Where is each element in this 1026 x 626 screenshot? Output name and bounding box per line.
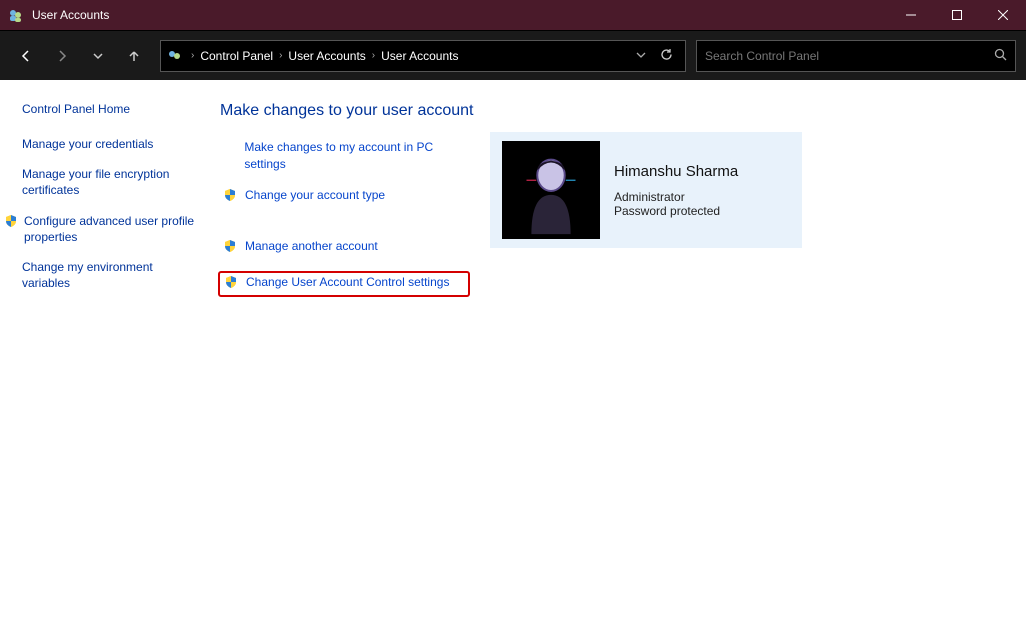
chevron-right-icon[interactable]: › [189, 50, 196, 61]
sidebar-link-label: Change my environment variables [22, 259, 200, 291]
address-bar[interactable]: › Control Panel › User Accounts › User A… [160, 40, 686, 72]
user-role: Administrator [614, 190, 738, 204]
task-label: Change your account type [245, 187, 385, 204]
uac-shield-icon [223, 187, 237, 207]
user-info: Himanshu Sharma Administrator Password p… [614, 163, 738, 218]
control-panel-home-link[interactable]: Control Panel Home [22, 102, 200, 116]
change-uac-settings-link[interactable]: Change User Account Control settings [218, 271, 470, 297]
uac-shield-icon [4, 213, 18, 232]
task-label: Make changes to my account in PC setting… [244, 139, 467, 173]
task-label: Manage another account [245, 238, 378, 255]
sidebar-link[interactable]: Manage your file encryption certificates [22, 166, 200, 198]
sidebar-link-label: Manage your credentials [22, 136, 153, 152]
minimize-button[interactable] [888, 0, 934, 30]
navigation-bar: › Control Panel › User Accounts › User A… [0, 30, 1026, 80]
refresh-button[interactable] [660, 48, 673, 64]
account-task-link[interactable]: Change your account type [220, 186, 470, 208]
content-area: Control Panel Home Manage your credentia… [0, 80, 1026, 626]
account-task-link[interactable]: Manage another account [220, 237, 470, 259]
user-name: Himanshu Sharma [614, 163, 738, 180]
up-button[interactable] [118, 41, 150, 71]
recent-locations-button[interactable] [82, 41, 114, 71]
breadcrumb-item[interactable]: Control Panel [196, 49, 277, 63]
page-heading: Make changes to your user account [220, 102, 1006, 120]
chevron-right-icon[interactable]: › [370, 50, 377, 61]
user-accounts-app-icon [8, 7, 24, 23]
address-dropdown-button[interactable] [636, 49, 646, 63]
main-panel: Make changes to your user account Make c… [210, 80, 1026, 626]
user-accounts-breadcrumb-icon [167, 48, 183, 64]
task-list: Make changes to my account in PC setting… [220, 138, 470, 297]
forward-button[interactable] [46, 41, 78, 71]
search-icon[interactable] [994, 48, 1007, 64]
breadcrumb-item[interactable]: User Accounts [284, 49, 369, 63]
back-button[interactable] [10, 41, 42, 71]
search-input[interactable] [705, 49, 994, 63]
window-title: User Accounts [32, 8, 109, 22]
chevron-right-icon[interactable]: › [277, 50, 284, 61]
sidebar-link-label: Configure advanced user profile properti… [24, 213, 200, 245]
sidebar-link-label: Manage your file encryption certificates [22, 166, 200, 198]
sidebar: Control Panel Home Manage your credentia… [0, 80, 210, 626]
close-button[interactable] [980, 0, 1026, 30]
uac-shield-icon [223, 238, 237, 258]
search-box[interactable] [696, 40, 1016, 72]
sidebar-link[interactable]: Configure advanced user profile properti… [22, 213, 200, 245]
uac-shield-icon [224, 274, 238, 294]
breadcrumb-item[interactable]: User Accounts [377, 49, 462, 63]
sidebar-link[interactable]: Change my environment variables [22, 259, 200, 291]
maximize-button[interactable] [934, 0, 980, 30]
title-bar: User Accounts [0, 0, 1026, 30]
user-account-card: Himanshu Sharma Administrator Password p… [490, 132, 802, 248]
user-avatar [502, 141, 600, 239]
user-password-status: Password protected [614, 204, 738, 218]
account-task-link[interactable]: Make changes to my account in PC setting… [220, 138, 470, 174]
sidebar-link[interactable]: Manage your credentials [22, 136, 200, 152]
task-label: Change User Account Control settings [246, 274, 449, 291]
